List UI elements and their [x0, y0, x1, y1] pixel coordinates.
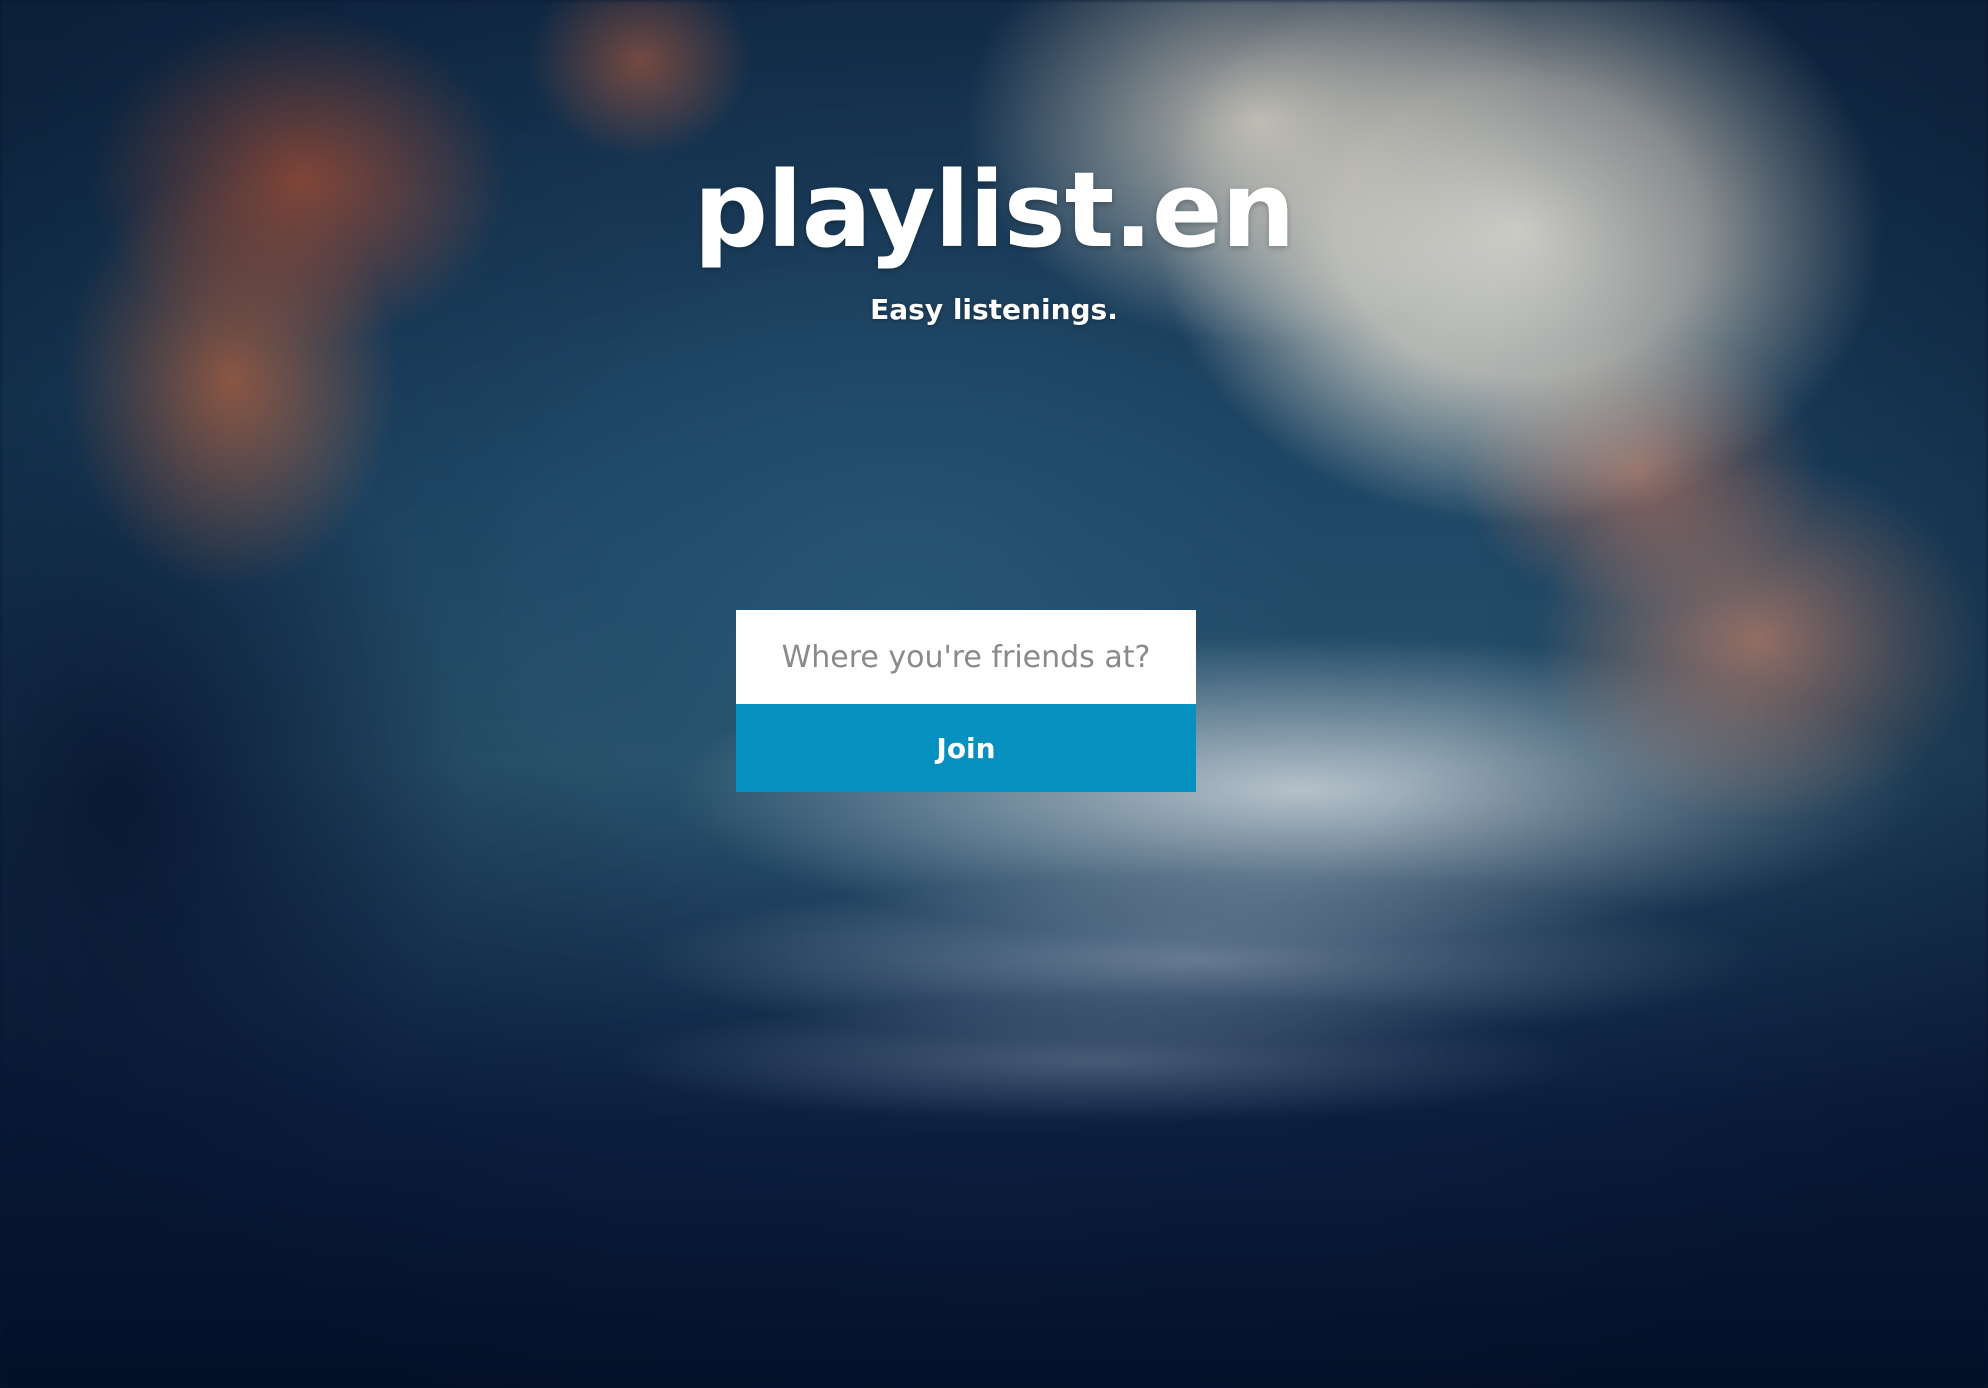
join-button[interactable]: Join: [736, 704, 1196, 792]
landing-page: playlist.en Easy listenings. Join: [0, 0, 1988, 1388]
room-name-input[interactable]: [736, 610, 1196, 704]
tagline: Easy listenings.: [870, 293, 1118, 326]
join-form: Join: [736, 610, 1196, 792]
hero-header: playlist.en Easy listenings.: [0, 140, 1988, 328]
app-logo: playlist.en: [693, 149, 1296, 271]
